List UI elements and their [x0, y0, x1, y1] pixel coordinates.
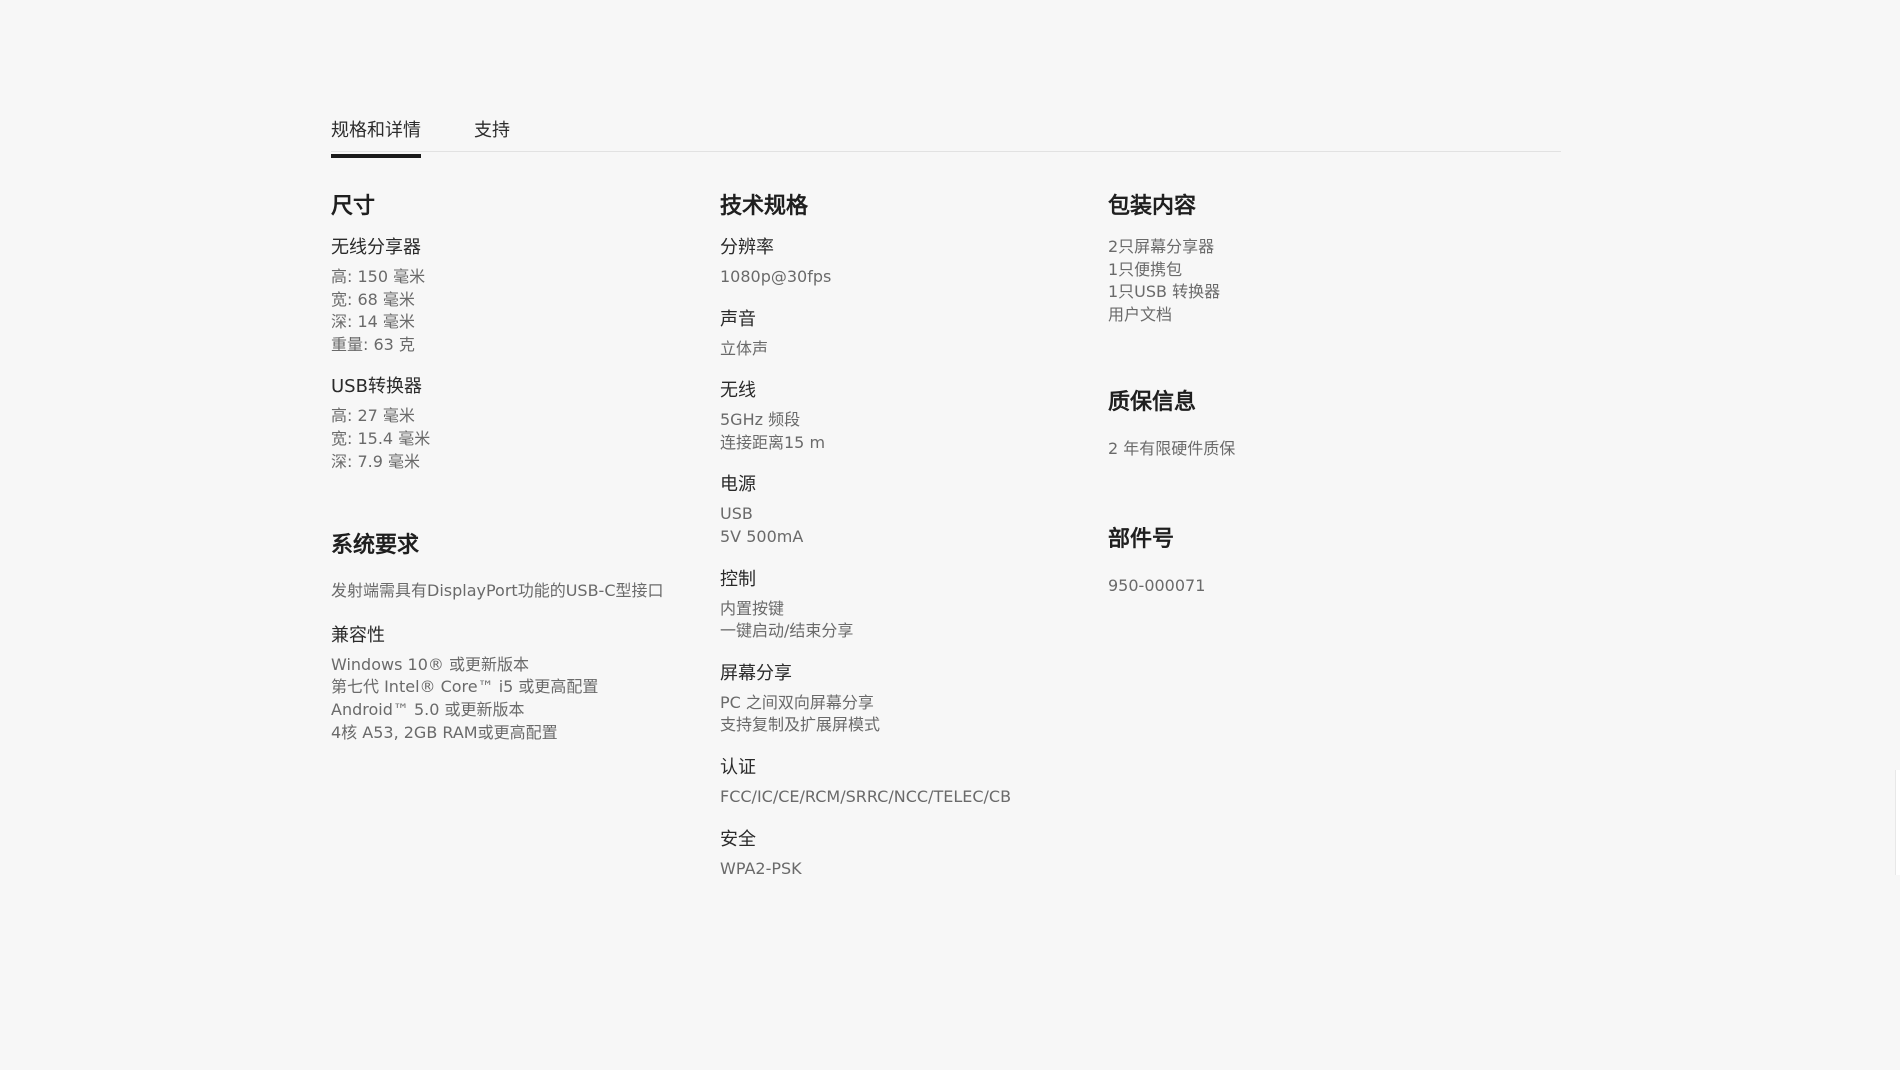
section-title-system-requirements: 系统要求 — [331, 533, 420, 559]
spec-group-usb-c-requirement: 发射端需具有DisplayPort功能的USB-C型接口 — [331, 580, 711, 603]
section-title-tech-specs: 技术规格 — [720, 194, 809, 219]
spec-title: 声音 — [720, 308, 756, 330]
spec-value: 连接距离15 m — [720, 432, 826, 452]
tab-specs-details[interactable]: 规格和详情 — [331, 116, 421, 158]
spec-value: 2 年有限硬件质保 — [1108, 439, 1236, 459]
spec-value: 1只便携包 — [1108, 259, 1183, 279]
spec-value: 高: 150 毫米 — [331, 267, 426, 286]
spec-value: Windows 10® 或更新版本 — [331, 654, 529, 674]
spec-value: 深: 14 毫米 — [331, 312, 415, 332]
spec-value: 2只屏幕分享器 — [1108, 237, 1215, 256]
section-title-package-contents: 包装内容 — [1108, 194, 1197, 219]
spec-value: 宽: 15.4 毫米 — [331, 428, 431, 448]
spec-group-screen-sharing: 屏幕分享 PC 之间双向屏幕分享 支持复制及扩展屏模式 — [720, 659, 1100, 737]
spec-value: Android™ 5.0 或更新版本 — [331, 699, 525, 719]
spec-value: 5V 500mA — [720, 526, 804, 546]
spec-value: 用户文档 — [1108, 304, 1173, 324]
spec-value: 深: 7.9 毫米 — [331, 451, 421, 471]
spec-title: 控制 — [720, 568, 756, 590]
spec-group-wireless: 无线 5GHz 频段 连接距离15 m — [720, 376, 1100, 454]
spec-title: 分辨率 — [720, 237, 774, 258]
spec-value: 4核 A53, 2GB RAM或更高配置 — [331, 722, 558, 742]
spec-title: 无线 — [720, 380, 756, 402]
spec-value: 高: 27 毫米 — [331, 406, 415, 426]
section-title-dimensions: 尺寸 — [331, 194, 376, 219]
spec-group-security: 安全 WPA2-PSK — [720, 825, 1100, 881]
spec-title: 兼容性 — [331, 624, 385, 646]
section-title-part-number: 部件号 — [1108, 526, 1175, 552]
column-dimensions-system: 尺寸 无线分享器 高: 150 毫米 宽: 68 毫米 深: 14 毫米 重量:… — [331, 190, 711, 760]
spec-value: FCC/IC/CE/RCM/SRRC/NCC/TELEC/CB — [720, 786, 1012, 806]
spec-title: 电源 — [720, 474, 756, 496]
spec-value: 5GHz 频段 — [720, 410, 801, 430]
spec-group-certification: 认证 FCC/IC/CE/RCM/SRRC/NCC/TELEC/CB — [720, 753, 1100, 809]
spec-group-usb-adapter: USB转换器 高: 27 毫米 宽: 15.4 毫米 深: 7.9 毫米 — [331, 372, 711, 473]
spec-value: PC 之间双向屏幕分享 — [720, 692, 874, 712]
spec-group-controls: 控制 内置按键 一键启动/结束分享 — [720, 565, 1100, 643]
tab-support[interactable]: 支持 — [474, 116, 510, 154]
spec-value: 重量: 63 克 — [331, 334, 415, 354]
section-system-requirements: 系统要求 发射端需具有DisplayPort功能的USB-C型接口 兼容性 Wi… — [331, 529, 711, 744]
part-number-value: 950-000071 — [1108, 575, 1206, 595]
spec-value: 1080p@30fps — [720, 267, 832, 286]
spec-group-power: 电源 USB 5V 500mA — [720, 470, 1100, 548]
spec-value: 发射端需具有DisplayPort功能的USB-C型接口 — [331, 581, 664, 601]
spec-title: 安全 — [720, 828, 756, 850]
spec-group-audio: 声音 立体声 — [720, 305, 1100, 361]
spec-value: 宽: 68 毫米 — [331, 289, 415, 309]
spec-title: USB转换器 — [331, 376, 422, 398]
spec-value: 立体声 — [720, 338, 769, 358]
spec-group-resolution: 分辨率 1080p@30fps — [720, 233, 1100, 289]
spec-group-compatibility: 兼容性 Windows 10® 或更新版本 第七代 Intel® Core™ i… — [331, 621, 711, 744]
spec-title: 无线分享器 — [331, 237, 421, 258]
spec-value: 支持复制及扩展屏模式 — [720, 715, 881, 735]
column-tech-specs: 技术规格 分辨率 1080p@30fps 声音 立体声 无线 5GHz 频段 连… — [720, 190, 1100, 896]
spec-value: 一键启动/结束分享 — [720, 621, 854, 641]
tab-bar: 规格和详情 支持 — [331, 106, 1561, 158]
column-package-warranty: 包装内容 2只屏幕分享器 1只便携包 1只USB 转换器 用户文档 质保信息 2… — [1108, 190, 1488, 598]
section-part-number: 部件号 950-000071 — [1108, 523, 1488, 598]
spec-value: 1只USB 转换器 — [1108, 282, 1221, 302]
scrollbar-edge[interactable] — [1895, 770, 1900, 875]
spec-value: 第七代 Intel® Core™ i5 或更高配置 — [331, 677, 599, 697]
spec-value: 内置按键 — [720, 598, 785, 618]
page: 规格和详情 支持 尺寸 无线分享器 高: 150 毫米 宽: 68 毫米 深: … — [0, 0, 1900, 1070]
section-warranty: 质保信息 2 年有限硬件质保 — [1108, 386, 1488, 461]
spec-value: USB — [720, 504, 753, 524]
section-title-warranty: 质保信息 — [1108, 390, 1197, 416]
section-package-contents: 包装内容 2只屏幕分享器 1只便携包 1只USB 转换器 用户文档 — [1108, 190, 1488, 326]
spec-group-wireless-sharer: 无线分享器 高: 150 毫米 宽: 68 毫米 深: 14 毫米 重量: 63… — [331, 233, 711, 356]
spec-title: 认证 — [720, 756, 756, 778]
section-dimensions: 尺寸 无线分享器 高: 150 毫米 宽: 68 毫米 深: 14 毫米 重量:… — [331, 190, 711, 473]
spec-title: 屏幕分享 — [720, 662, 792, 684]
spec-value: WPA2-PSK — [720, 858, 802, 878]
